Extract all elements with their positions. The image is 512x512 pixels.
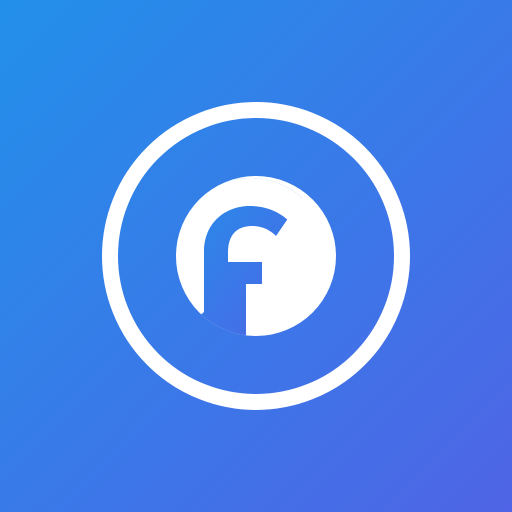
app-logo-icon	[0, 0, 512, 512]
app-icon	[0, 0, 512, 512]
